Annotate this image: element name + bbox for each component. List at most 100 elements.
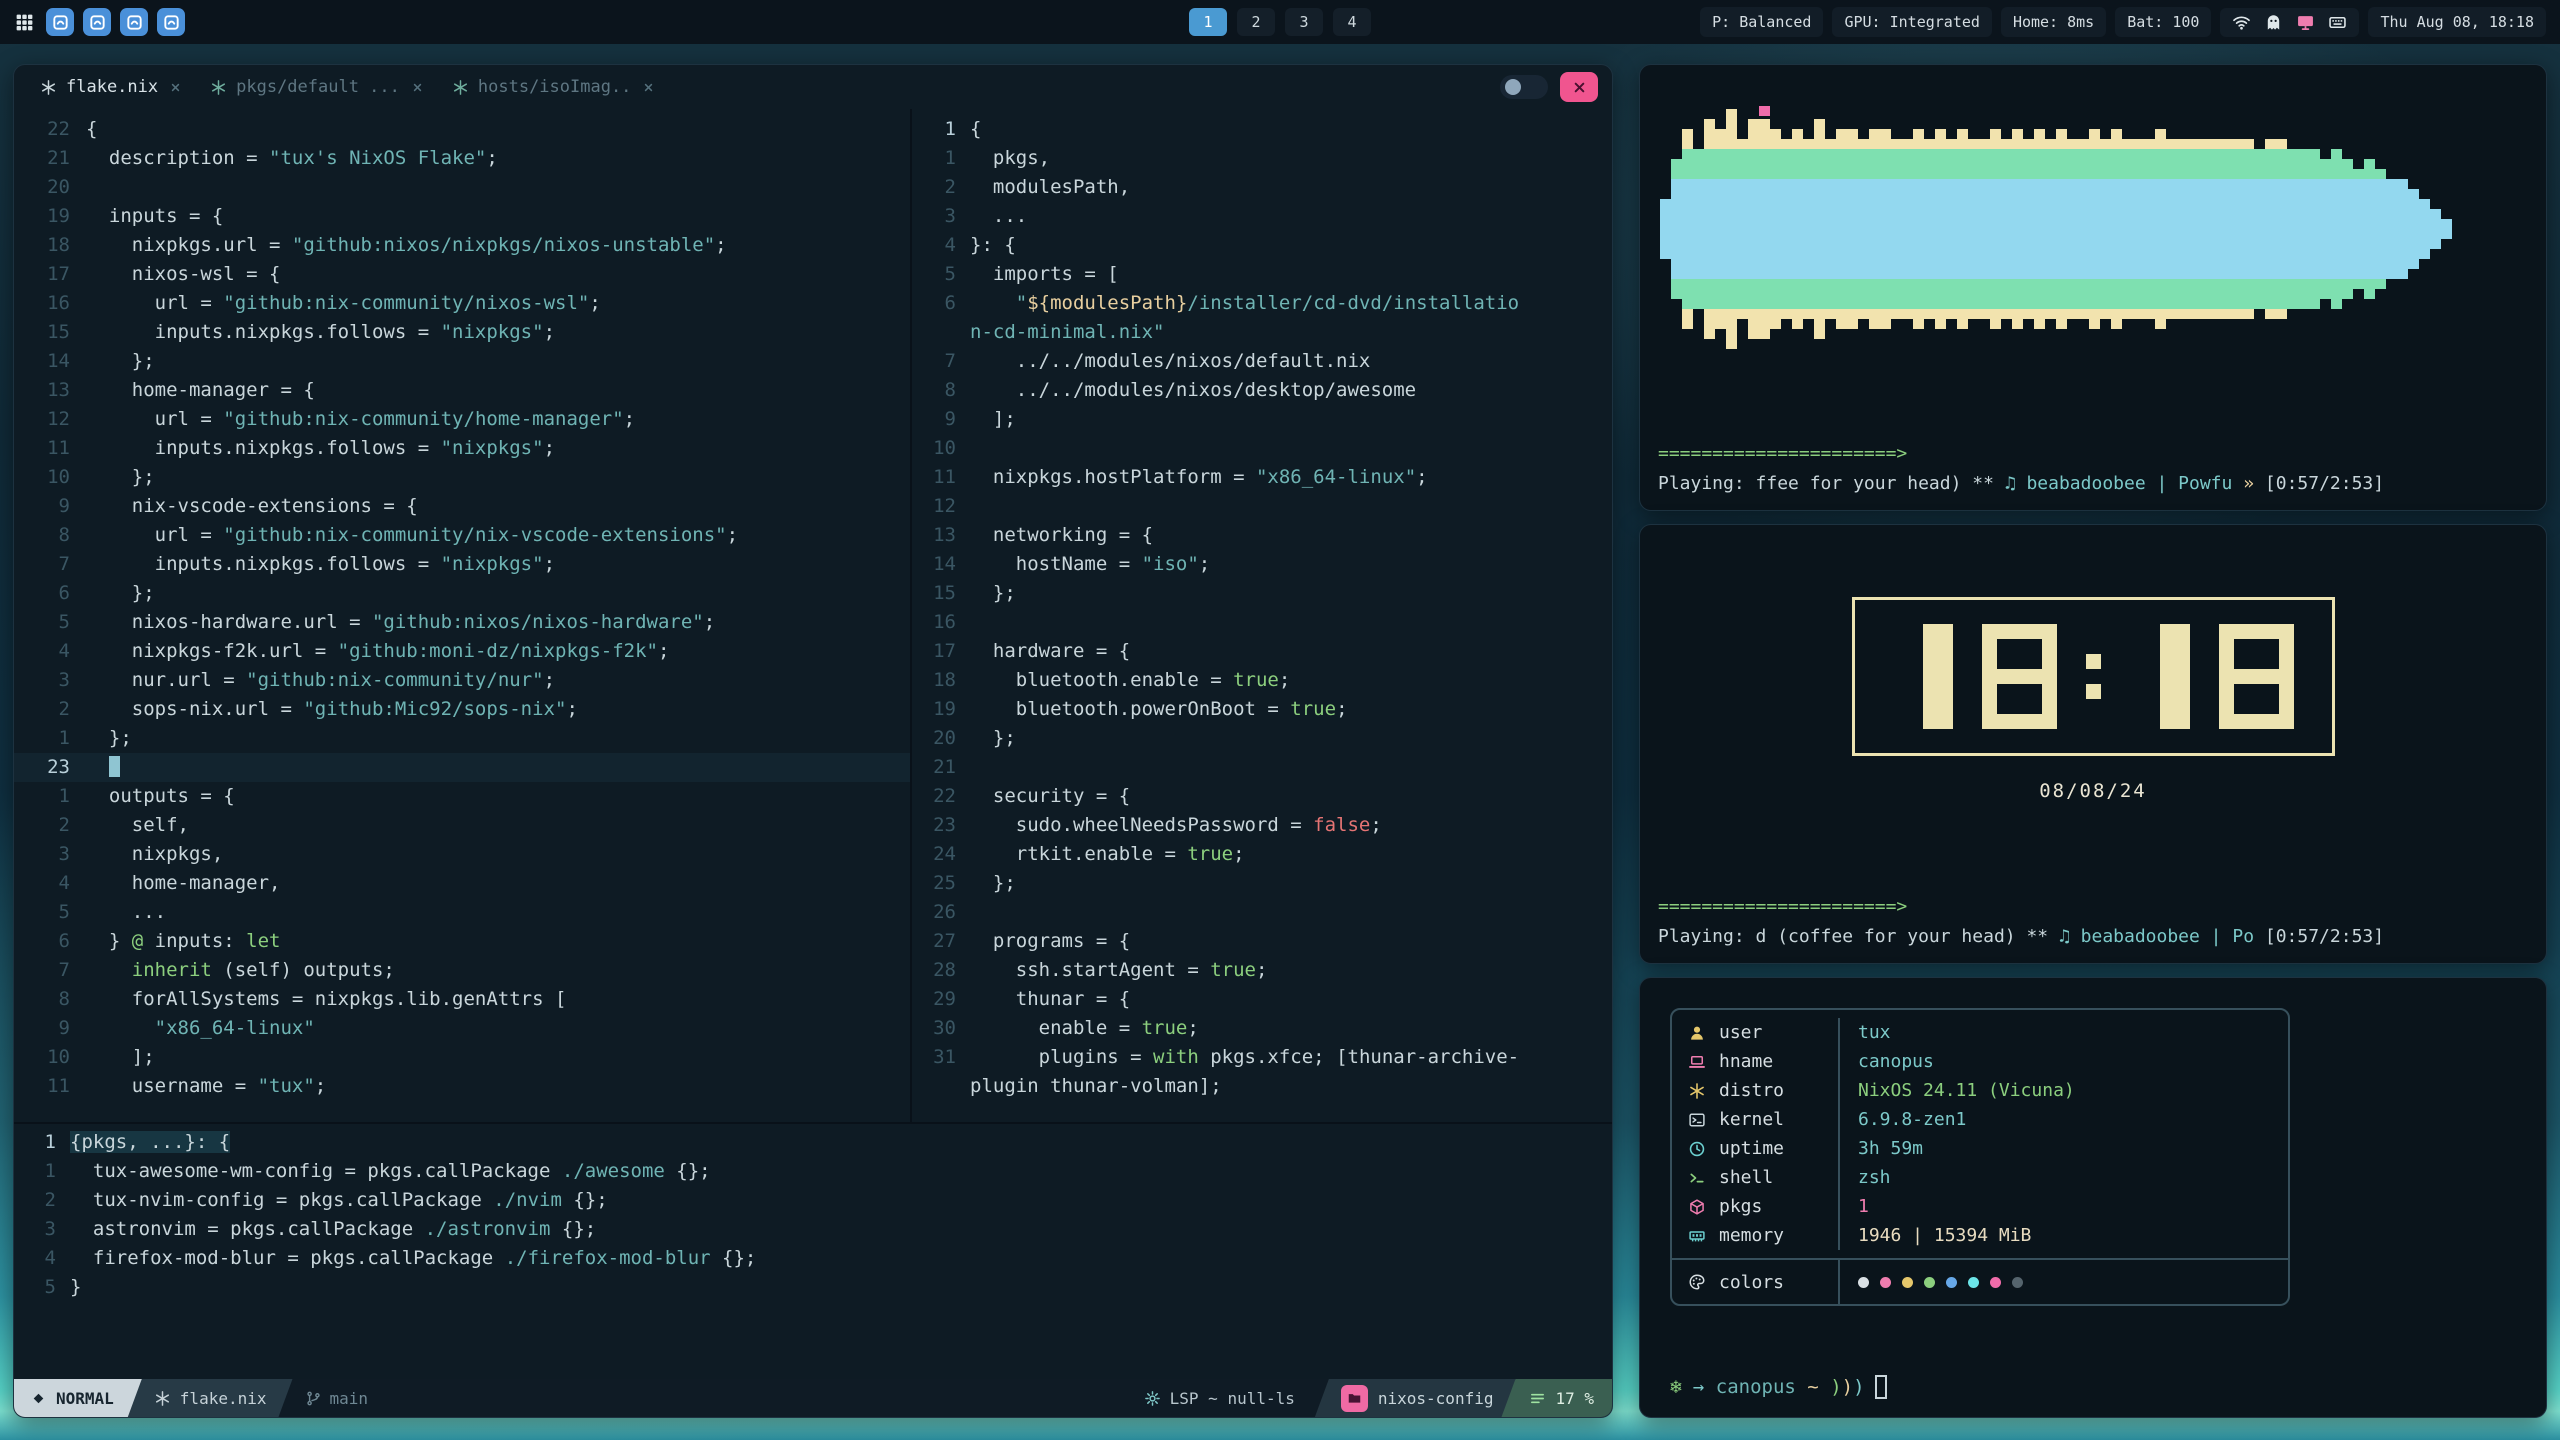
- taskbar-item-3[interactable]: [120, 8, 148, 36]
- fetch-label-cell: distro: [1672, 1076, 1840, 1105]
- code-line: 25 };: [912, 869, 1612, 898]
- fetch-label-cell: pkgs: [1672, 1192, 1840, 1221]
- tab-close-icon[interactable]: [642, 81, 655, 94]
- line-number: 11: [14, 1072, 86, 1101]
- code-text: "x86_64-linux": [86, 1014, 315, 1043]
- editor-tab[interactable]: hosts/isoImag..: [440, 71, 668, 103]
- viz-bar: [2232, 79, 2243, 379]
- line-number: 11: [912, 463, 970, 492]
- viz-bar: [1847, 79, 1858, 379]
- line-number: 5: [14, 898, 86, 927]
- term-icon: [1688, 1111, 1706, 1129]
- clock-digit: [2219, 624, 2294, 729]
- text-segment: true: [1187, 843, 1233, 865]
- taskbar-item-1[interactable]: [46, 8, 74, 36]
- code-text: sudo.wheelNeedsPassword = false;: [970, 811, 1382, 840]
- code-text: hostName = "iso";: [970, 550, 1210, 579]
- fetch-row: memory1946 | 15394 MiB: [1672, 1221, 2288, 1250]
- code-text: nixpkgs.url = "github:nixos/nixpkgs/nixo…: [86, 231, 727, 260]
- text-segment: with: [1153, 1046, 1199, 1068]
- text-segment: ;: [727, 524, 738, 546]
- launcher-icon[interactable]: [14, 12, 35, 33]
- snow-icon: [1688, 1082, 1706, 1100]
- tab-close-icon[interactable]: [411, 81, 424, 94]
- code-text: imports = [: [970, 260, 1119, 289]
- toggle-switch[interactable]: [1500, 75, 1548, 99]
- clock-module[interactable]: Thu Aug 08, 18:18: [2368, 7, 2546, 37]
- code-text: ];: [970, 405, 1016, 434]
- wifi-icon[interactable]: [2232, 13, 2251, 32]
- lsp-label: LSP ~ null-ls: [1170, 1389, 1295, 1408]
- line-number: 25: [912, 869, 970, 898]
- display-icon[interactable]: [2296, 13, 2315, 32]
- workspace-button-2[interactable]: 2: [1237, 8, 1275, 36]
- line-number: 5: [14, 1273, 70, 1302]
- text-segment: bluetooth.powerOnBoot =: [970, 698, 1290, 720]
- text-segment: "iso": [1142, 553, 1199, 575]
- pane-iso-image[interactable]: 1{1 pkgs,2 modulesPath,3 ...4}: {5 impor…: [912, 109, 1612, 1122]
- viz-bar: [1924, 79, 1935, 379]
- code-line: 24 rtkit.enable = true;: [912, 840, 1612, 869]
- lines-icon: [1529, 1390, 1546, 1407]
- clock-date: 08/08/24: [1640, 780, 2546, 802]
- pane-flake-nix[interactable]: 22{21 description = "tux's NixOS Flake";…: [14, 109, 912, 1122]
- workspace-button-1[interactable]: 1: [1189, 8, 1227, 36]
- lsp-status: LSP ~ null-ls: [1124, 1379, 1315, 1417]
- text-segment: inherit: [132, 959, 212, 981]
- taskbar-item-4[interactable]: [157, 8, 185, 36]
- editor-tab[interactable]: flake.nix: [28, 71, 194, 103]
- fetch-label: memory: [1719, 1225, 1784, 1246]
- window-close-button[interactable]: [1560, 72, 1598, 102]
- viz-bar: [2144, 79, 2155, 379]
- code-line: 7 inherit (self) outputs;: [14, 956, 910, 985]
- text-segment: tux-nvim-config = pkgs.callPackage: [70, 1189, 493, 1211]
- line-number: 19: [14, 202, 86, 231]
- workspace-button-3[interactable]: 3: [1285, 8, 1323, 36]
- editor-tab[interactable]: pkgs/default ...: [198, 71, 436, 103]
- text-segment: "github:nix-community/nix-vscode-extensi…: [223, 524, 726, 546]
- code-text: url = "github:nix-community/home-manager…: [86, 405, 635, 434]
- line-number: 1: [14, 1157, 70, 1186]
- code-line: 22{: [14, 115, 910, 144]
- text-segment: rtkit.enable =: [970, 843, 1187, 865]
- code-text: }: [70, 1273, 81, 1302]
- tab-close-icon[interactable]: [169, 81, 182, 94]
- color-dot: [1990, 1277, 2001, 1288]
- viz-bar: [2221, 79, 2232, 379]
- code-text: home-manager = {: [86, 376, 315, 405]
- shell-icon: [1688, 1169, 1706, 1187]
- person-icon: [1688, 1024, 1706, 1042]
- terminal-prompt[interactable]: ❄ → canopus ~ ))): [1670, 1375, 2546, 1417]
- viz-bar: [1880, 79, 1891, 379]
- tab-label: flake.nix: [66, 77, 158, 97]
- progress-separator-2: ======================>: [1658, 896, 2528, 917]
- pane-pkgs-default[interactable]: 1{pkgs, ...}: {1 tux-awesome-wm-config =…: [14, 1124, 1612, 1379]
- viz-bar: [1825, 79, 1836, 379]
- taskbar-item-2[interactable]: [83, 8, 111, 36]
- text-segment: ;: [486, 147, 497, 169]
- text-segment: "github:nixos/nixos-hardware": [372, 611, 704, 633]
- fetch-value: zsh: [1840, 1163, 1891, 1192]
- fetch-label-cell: shell: [1672, 1163, 1840, 1192]
- mode-label: NORMAL: [56, 1389, 114, 1408]
- color-dot: [1858, 1277, 1869, 1288]
- code-text: {: [970, 115, 981, 144]
- text-segment: hardware = {: [970, 640, 1130, 662]
- color-dot: [1946, 1277, 1957, 1288]
- code-line: 16 url = "github:nix-community/nixos-wsl…: [14, 289, 910, 318]
- text-segment: };: [970, 582, 1016, 604]
- line-number: 15: [912, 579, 970, 608]
- text-segment: ;: [544, 321, 555, 343]
- code-line: 1{: [912, 115, 1612, 144]
- taskbar: [46, 8, 185, 36]
- code-text: pkgs,: [970, 144, 1050, 173]
- code-line: 21 description = "tux's NixOS Flake";: [14, 144, 910, 173]
- workspace-button-4[interactable]: 4: [1333, 8, 1371, 36]
- code-line: 20: [14, 173, 910, 202]
- fetch-row: pkgs1: [1672, 1192, 2288, 1221]
- text-segment: ;: [704, 611, 715, 633]
- ghost-icon[interactable]: [2264, 13, 2283, 32]
- viz-bar: [1979, 79, 1990, 379]
- code-text: url = "github:nix-community/nixos-wsl";: [86, 289, 601, 318]
- kbd-icon[interactable]: [2328, 13, 2347, 32]
